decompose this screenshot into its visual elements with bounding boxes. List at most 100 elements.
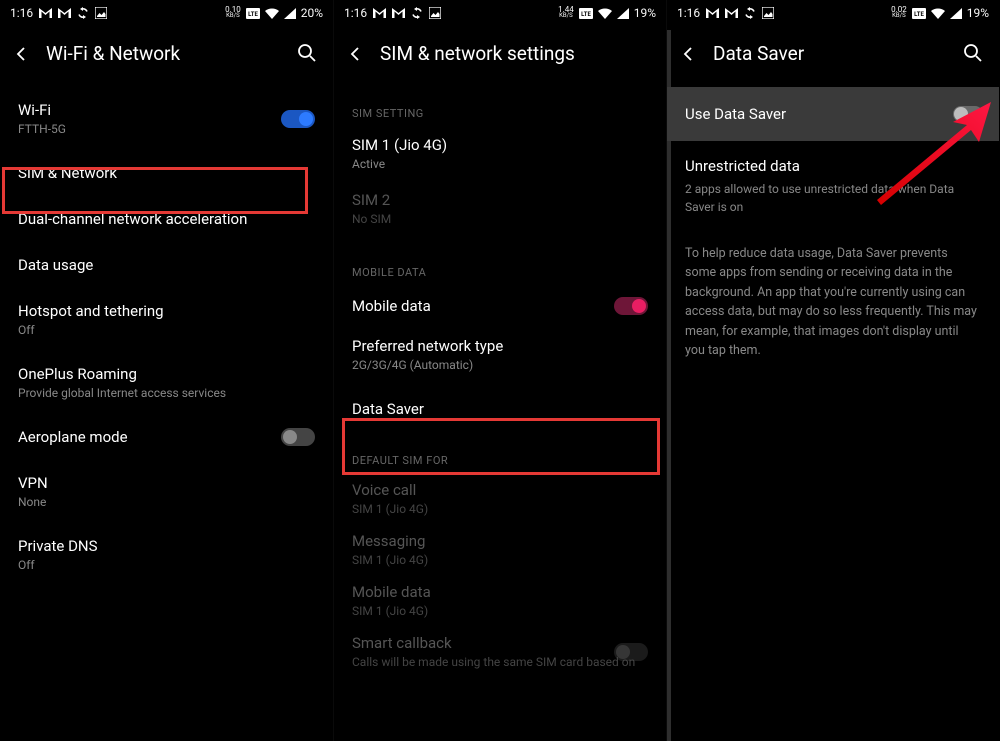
battery-percent: 19%	[634, 6, 656, 20]
mobile-data-row[interactable]: Mobile data	[352, 285, 648, 327]
section-sim-setting: SIM SETTING	[352, 107, 648, 120]
messaging-row: Messaging SIM 1 (Jio 4G)	[352, 524, 648, 575]
battery-percent: 19%	[967, 6, 989, 20]
vpn-row[interactable]: VPN None	[18, 460, 315, 523]
sim-network-label: SIM & Network	[18, 164, 315, 182]
header: Data Saver	[667, 24, 999, 87]
back-icon[interactable]	[681, 45, 699, 63]
use-data-saver-row[interactable]: Use Data Saver	[667, 87, 999, 141]
wifi-sub: FTTH-5G	[18, 122, 315, 136]
hotspot-sub: Off	[18, 323, 315, 337]
search-icon[interactable]	[963, 43, 985, 65]
smart-callback-toggle	[614, 643, 648, 661]
status-time: 1:16	[344, 6, 367, 20]
gmail-icon	[725, 8, 738, 18]
messaging-sub: SIM 1 (Jio 4G)	[352, 553, 648, 567]
gmail-icon	[373, 8, 386, 18]
data-usage-label: Data usage	[18, 256, 315, 274]
unrestricted-data-sub: 2 apps allowed to use unrestricted data …	[685, 180, 981, 216]
wifi-label: Wi-Fi	[18, 101, 315, 119]
mobile-data-default-sub: SIM 1 (Jio 4G)	[352, 604, 648, 618]
aeroplane-label: Aeroplane mode	[18, 428, 315, 446]
lte-icon: LTE	[579, 8, 593, 19]
mobile-data-toggle[interactable]	[614, 297, 648, 315]
sim1-label: SIM 1 (Jio 4G)	[352, 136, 648, 154]
dual-channel-row[interactable]: Dual-channel network acceleration	[18, 196, 315, 242]
status-time: 1:16	[10, 6, 33, 20]
sim2-sub: No SIM	[352, 212, 648, 226]
private-dns-label: Private DNS	[18, 537, 315, 555]
preferred-network-sub: 2G/3G/4G (Automatic)	[352, 358, 648, 372]
section-mobile-data: MOBILE DATA	[352, 266, 648, 279]
wifi-icon	[265, 8, 279, 19]
unrestricted-data-row[interactable]: Unrestricted data 2 apps allowed to use …	[667, 141, 999, 232]
data-saver-label: Data Saver	[352, 400, 648, 418]
section-default-sim: DEFAULT SIM FOR	[352, 454, 648, 467]
smart-callback-row: Smart callback Calls will be made using …	[352, 626, 648, 677]
preferred-network-row[interactable]: Preferred network type 2G/3G/4G (Automat…	[352, 327, 648, 382]
sync-icon	[744, 7, 756, 19]
use-data-saver-toggle[interactable]	[953, 106, 983, 122]
sim-network-row[interactable]: SIM & Network	[18, 150, 315, 196]
search-icon[interactable]	[297, 43, 319, 65]
mobile-data-default-row: Mobile data SIM 1 (Jio 4G)	[352, 575, 648, 626]
smart-callback-sub: Calls will be made using the same SIM ca…	[352, 655, 648, 669]
aeroplane-toggle[interactable]	[281, 428, 315, 446]
status-time: 1:16	[677, 6, 700, 20]
wifi-row[interactable]: Wi-Fi FTTH-5G	[18, 87, 315, 150]
svg-text:LTE: LTE	[914, 11, 924, 18]
hotspot-row[interactable]: Hotspot and tethering Off	[18, 288, 315, 351]
status-bar: 1:16 1.44KB/S LTE 19%	[334, 0, 666, 24]
sim2-label: SIM 2	[352, 191, 648, 209]
lte-icon: LTE	[246, 8, 260, 19]
aeroplane-row[interactable]: Aeroplane mode	[18, 414, 315, 460]
data-saver-row[interactable]: Data Saver	[352, 382, 648, 436]
sim1-row[interactable]: SIM 1 (Jio 4G) Active	[352, 126, 648, 181]
roaming-label: OnePlus Roaming	[18, 365, 315, 383]
wifi-icon	[931, 8, 945, 19]
data-usage-row[interactable]: Data usage	[18, 242, 315, 288]
roaming-sub: Provide global Internet access services	[18, 386, 315, 400]
gmail-icon	[39, 8, 52, 18]
image-icon	[95, 7, 107, 19]
mobile-data-label: Mobile data	[352, 297, 648, 315]
private-dns-sub: Off	[18, 558, 315, 572]
smart-callback-label: Smart callback	[352, 634, 648, 652]
private-dns-row[interactable]: Private DNS Off	[18, 523, 315, 586]
header: SIM & network settings	[334, 24, 666, 87]
svg-text:LTE: LTE	[581, 11, 591, 18]
sim1-sub: Active	[352, 157, 648, 171]
status-bar: 1:16 0.10KB/S LTE 20%	[0, 0, 333, 24]
page-title: Data Saver	[713, 42, 949, 65]
page-title: SIM & network settings	[380, 42, 652, 65]
voice-call-sub: SIM 1 (Jio 4G)	[352, 502, 648, 516]
svg-text:LTE: LTE	[248, 11, 258, 18]
sync-icon	[411, 7, 423, 19]
back-icon[interactable]	[348, 45, 366, 63]
gmail-icon	[706, 8, 719, 18]
gmail-icon	[58, 8, 71, 18]
wifi-toggle[interactable]	[281, 110, 315, 128]
image-icon	[429, 7, 441, 19]
sim2-row: SIM 2 No SIM	[352, 181, 648, 236]
data-speed: 0.10KB/S	[225, 7, 241, 19]
data-speed: 0.02KB/S	[891, 7, 907, 19]
panel-wifi-network: 1:16 0.10KB/S LTE 20% Wi-Fi & Network Wi…	[0, 0, 333, 741]
roaming-row[interactable]: OnePlus Roaming Provide global Internet …	[18, 351, 315, 414]
page-title: Wi-Fi & Network	[46, 42, 283, 65]
lte-icon: LTE	[912, 8, 926, 19]
messaging-label: Messaging	[352, 532, 648, 550]
voice-call-label: Voice call	[352, 481, 648, 499]
unrestricted-data-label: Unrestricted data	[685, 157, 981, 175]
sync-icon	[77, 7, 89, 19]
image-icon	[762, 7, 774, 19]
hotspot-label: Hotspot and tethering	[18, 302, 315, 320]
battery-percent: 20%	[301, 6, 323, 20]
wifi-icon	[598, 8, 612, 19]
back-icon[interactable]	[14, 45, 32, 63]
preferred-network-label: Preferred network type	[352, 337, 648, 355]
signal-icon	[284, 8, 296, 19]
panel-data-saver: 1:16 0.02KB/S LTE 19% Data Saver Use Dat…	[666, 0, 999, 741]
use-data-saver-label: Use Data Saver	[685, 105, 981, 123]
vpn-label: VPN	[18, 474, 315, 492]
